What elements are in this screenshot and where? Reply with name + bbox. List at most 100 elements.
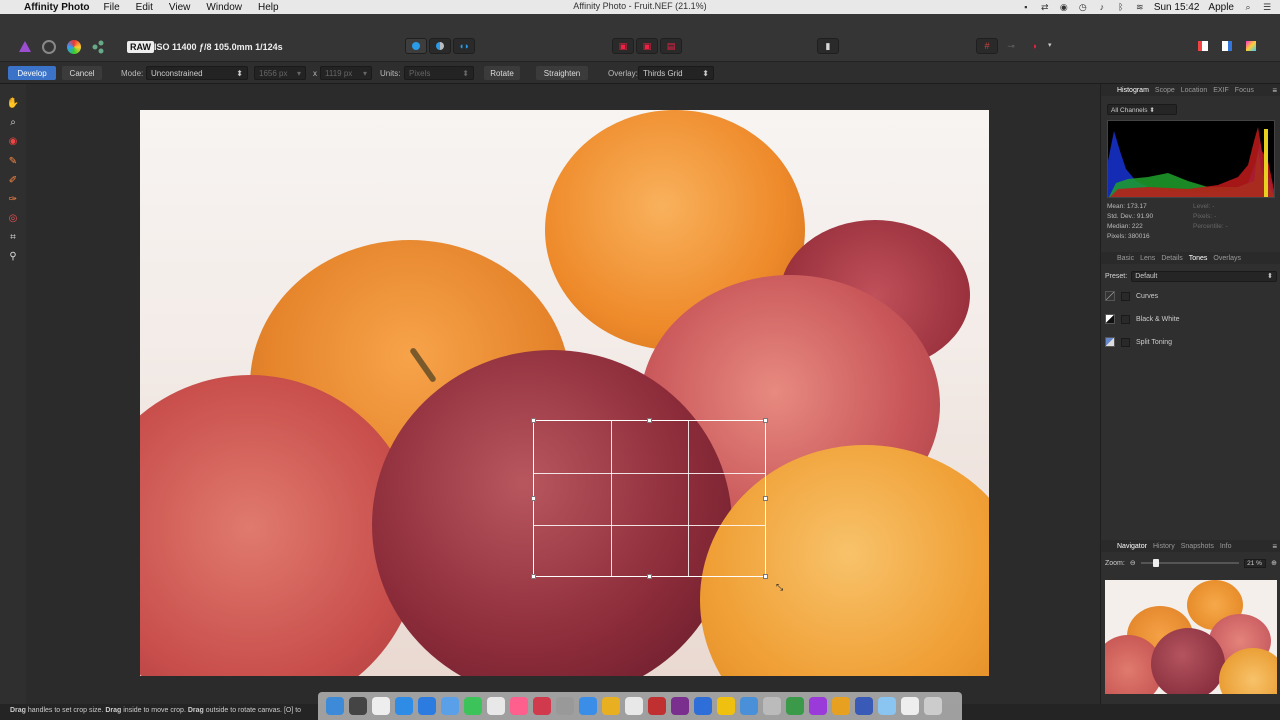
magnet-icon[interactable]: ◗ (1024, 38, 1046, 54)
dock-app-icon[interactable] (901, 697, 919, 715)
tab-details[interactable]: Details (1161, 255, 1182, 262)
crop-handle-top[interactable] (647, 418, 652, 423)
export-persona-icon[interactable] (91, 40, 105, 54)
tab-location[interactable]: Location (1181, 87, 1207, 94)
blemish-tool-icon[interactable]: ✎ (6, 154, 20, 168)
adjustment-row-black-white[interactable]: Black & White (1105, 311, 1277, 327)
preset-select[interactable]: Default ⬍ (1131, 270, 1277, 282)
sync-icon[interactable]: ⇄ (1040, 2, 1050, 12)
tab-focus[interactable]: Focus (1235, 87, 1254, 94)
navigator-thumbnail[interactable] (1105, 580, 1277, 694)
white-balance-tool-icon[interactable]: ⚲ (6, 249, 20, 263)
photo-canvas[interactable] (140, 110, 989, 676)
crop-handle-bottom[interactable] (647, 574, 652, 579)
dock-app-icon[interactable] (625, 697, 643, 715)
dock-app-icon[interactable] (786, 697, 804, 715)
tab-scope[interactable]: Scope (1155, 87, 1175, 94)
dock-app-icon[interactable] (763, 697, 781, 715)
panel-menu-icon[interactable]: ≡ (1272, 542, 1277, 551)
develop-persona-icon[interactable] (67, 40, 81, 54)
overlay-select[interactable]: Thirds Grid ⬍ (638, 66, 714, 80)
zoom-value[interactable]: 21 % (1244, 558, 1267, 568)
record-icon[interactable]: ◉ (1059, 2, 1069, 12)
dock-app-icon[interactable] (464, 697, 482, 715)
dock-app-icon[interactable] (924, 697, 942, 715)
zoom-tool-icon[interactable]: ⌕ (6, 115, 20, 129)
crop-handle-bottom-right[interactable] (763, 574, 768, 579)
tab-overlays[interactable]: Overlays (1213, 255, 1241, 262)
rotate-button[interactable]: Rotate (484, 66, 520, 80)
crop-rectangle[interactable] (531, 418, 768, 579)
bluetooth-icon[interactable]: ᛒ (1116, 2, 1126, 12)
dock-app-icon[interactable] (533, 697, 551, 715)
dock-app-icon[interactable] (326, 697, 344, 715)
tab-snapshots[interactable]: Snapshots (1181, 543, 1214, 550)
gradient-overlay-tool-icon[interactable]: ◎ (6, 211, 20, 225)
dock-app-icon[interactable] (510, 697, 528, 715)
dock-app-icon[interactable] (878, 697, 896, 715)
menu-file[interactable]: File (104, 2, 120, 13)
chevron-down-icon[interactable]: ▾ (1048, 38, 1052, 56)
crop-handle-top-left[interactable] (531, 418, 536, 423)
studio-right-icon[interactable] (1216, 38, 1238, 54)
single-view-button[interactable] (405, 38, 427, 54)
clipped-tones-button[interactable]: ▤ (660, 38, 682, 54)
clipped-highlights-button[interactable]: ▣ (612, 38, 634, 54)
hand-tool-icon[interactable]: ✋ (6, 96, 20, 110)
mode-select[interactable]: Unconstrained ⬍ (146, 66, 248, 80)
dock-app-icon[interactable] (740, 697, 758, 715)
dock-app-icon[interactable] (395, 697, 413, 715)
notification-icon[interactable]: ▪ (1021, 2, 1031, 12)
tab-histogram[interactable]: Histogram (1117, 87, 1149, 94)
menu-window[interactable]: Window (206, 2, 242, 13)
dock-app-icon[interactable] (648, 697, 666, 715)
dock-app-icon[interactable] (441, 697, 459, 715)
volume-icon[interactable]: ♪ (1097, 2, 1107, 12)
menu-edit[interactable]: Edit (136, 2, 153, 13)
menu-help[interactable]: Help (258, 2, 279, 13)
wifi-icon[interactable]: ≋ (1135, 2, 1145, 12)
liquify-persona-icon[interactable] (42, 40, 56, 54)
crop-handle-right[interactable] (763, 496, 768, 501)
user-menu[interactable]: Apple (1208, 2, 1234, 13)
dock-app-icon[interactable] (832, 697, 850, 715)
adjustment-row-split-toning[interactable]: Split Toning (1105, 334, 1277, 350)
studio-left-icon[interactable] (1192, 38, 1214, 54)
crop-height-field[interactable]: 1119 px ▾ (320, 66, 372, 80)
color-panel-icon[interactable] (1240, 38, 1262, 54)
dock-app-icon[interactable] (602, 697, 620, 715)
zoom-slider[interactable] (1140, 559, 1240, 567)
dock-app-icon[interactable] (556, 697, 574, 715)
straighten-button[interactable]: Straighten (536, 66, 588, 80)
cancel-button[interactable]: Cancel (62, 66, 102, 80)
dock-app-icon[interactable] (809, 697, 827, 715)
spotlight-icon[interactable]: ⌕ (1243, 2, 1253, 12)
dock-app-icon[interactable] (372, 697, 390, 715)
menu-view[interactable]: View (169, 2, 191, 13)
crop-handle-bottom-left[interactable] (531, 574, 536, 579)
overlay-paint-tool-icon[interactable]: ✐ (6, 173, 20, 187)
red-eye-tool-icon[interactable]: ◉ (6, 134, 20, 148)
info-button[interactable]: ▮ (817, 38, 839, 54)
dock-app-icon[interactable] (487, 697, 505, 715)
tab-history[interactable]: History (1153, 543, 1175, 550)
dock-app-icon[interactable] (418, 697, 436, 715)
tab-basic[interactable]: Basic (1117, 255, 1134, 262)
zoom-in-icon[interactable]: ⊕ (1271, 559, 1277, 567)
zoom-out-icon[interactable]: ⊖ (1130, 559, 1136, 567)
crop-width-field[interactable]: 1656 px ▾ (254, 66, 306, 80)
zoom-slider-thumb[interactable] (1152, 559, 1159, 567)
crop-tool-icon[interactable]: ⌗ (6, 230, 20, 244)
split-view-button[interactable] (429, 38, 451, 54)
dock-app-icon[interactable] (671, 697, 689, 715)
channel-select[interactable]: All Channels ⬍ (1107, 104, 1177, 115)
time-machine-icon[interactable]: ◷ (1078, 2, 1088, 12)
app-menu[interactable]: Affinity Photo (24, 2, 90, 13)
grid-button[interactable]: # (976, 38, 998, 54)
tab-tones[interactable]: Tones (1189, 255, 1208, 262)
black-white-checkbox[interactable] (1121, 314, 1130, 324)
dock-app-icon[interactable] (349, 697, 367, 715)
tab-navigator[interactable]: Navigator (1117, 543, 1147, 550)
clock[interactable]: Sun 15:42 (1154, 2, 1200, 13)
mirror-view-button[interactable]: ◖◗ (453, 38, 475, 54)
